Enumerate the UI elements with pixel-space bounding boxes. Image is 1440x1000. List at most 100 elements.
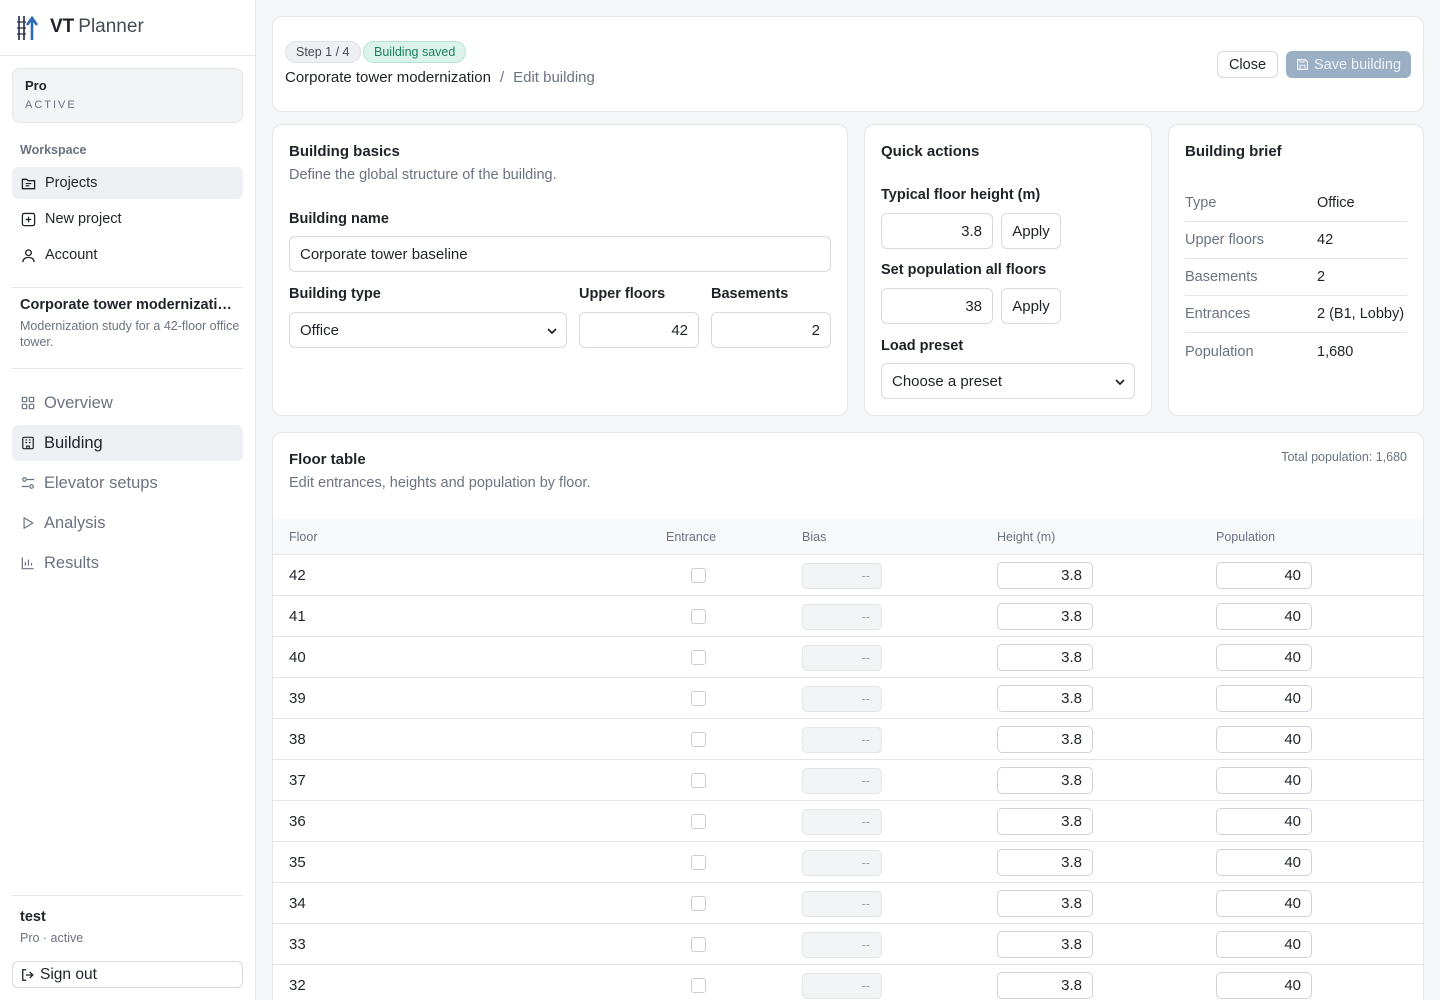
nav-elevator-setups-label: Elevator setups bbox=[44, 474, 158, 493]
height-input[interactable]: 3.8 bbox=[997, 726, 1093, 753]
population-input[interactable]: 40 bbox=[1216, 685, 1312, 712]
table-row: 42--3.840 bbox=[273, 555, 1423, 596]
brief-row: Upper floors42 bbox=[1185, 222, 1407, 259]
brief-key: Upper floors bbox=[1185, 232, 1317, 248]
entrance-checkbox[interactable] bbox=[691, 650, 706, 665]
nav-building[interactable]: Building bbox=[12, 425, 243, 461]
nav-results[interactable]: Results bbox=[12, 545, 243, 581]
preset-select[interactable]: Choose a preset bbox=[881, 363, 1135, 399]
building-name-input[interactable] bbox=[289, 236, 831, 272]
entrance-checkbox[interactable] bbox=[691, 978, 706, 993]
building-brief-card: Building brief TypeOffice Upper floors42… bbox=[1168, 124, 1424, 416]
population-all-input[interactable] bbox=[881, 288, 993, 324]
nav-projects[interactable]: Projects bbox=[12, 167, 243, 199]
building-name-label: Building name bbox=[289, 211, 389, 227]
building-basics-title: Building basics bbox=[289, 143, 400, 160]
height-input[interactable]: 3.8 bbox=[997, 931, 1093, 958]
height-input[interactable]: 3.8 bbox=[997, 972, 1093, 999]
col-height: Height (m) bbox=[997, 530, 1055, 544]
entrance-checkbox[interactable] bbox=[691, 568, 706, 583]
floor-number: 35 bbox=[289, 854, 306, 871]
apply-height-button[interactable]: Apply bbox=[1001, 213, 1061, 249]
floor-height-input[interactable] bbox=[881, 213, 993, 249]
apply-population-button[interactable]: Apply bbox=[1001, 288, 1061, 324]
height-input[interactable]: 3.8 bbox=[997, 767, 1093, 794]
entrance-checkbox[interactable] bbox=[691, 855, 706, 870]
building-type-label: Building type bbox=[289, 286, 381, 302]
bias-field: -- bbox=[802, 563, 882, 589]
brief-row: Basements2 bbox=[1185, 259, 1407, 296]
population-input[interactable]: 40 bbox=[1216, 890, 1312, 917]
population-input[interactable]: 40 bbox=[1216, 726, 1312, 753]
col-population: Population bbox=[1216, 530, 1275, 544]
floor-number: 34 bbox=[289, 895, 306, 912]
brand-vt: VT bbox=[50, 16, 74, 38]
population-input[interactable]: 40 bbox=[1216, 931, 1312, 958]
height-input[interactable]: 3.8 bbox=[997, 644, 1093, 671]
table-row: 37--3.840 bbox=[273, 760, 1423, 801]
population-input[interactable]: 40 bbox=[1216, 808, 1312, 835]
bias-field: -- bbox=[802, 809, 882, 835]
floor-number: 36 bbox=[289, 813, 306, 830]
save-building-label: Save building bbox=[1314, 57, 1401, 73]
breadcrumb: Corporate tower modernization / Edit bui… bbox=[285, 69, 595, 86]
height-input[interactable]: 3.8 bbox=[997, 685, 1093, 712]
entrance-checkbox[interactable] bbox=[691, 609, 706, 624]
brand[interactable]: VT Planner bbox=[16, 12, 144, 42]
quick-actions-title: Quick actions bbox=[881, 143, 979, 160]
nav-account[interactable]: Account bbox=[12, 239, 243, 271]
close-button[interactable]: Close bbox=[1217, 51, 1278, 78]
entrance-checkbox[interactable] bbox=[691, 814, 706, 829]
breadcrumb-separator: / bbox=[500, 69, 504, 86]
population-input[interactable]: 40 bbox=[1216, 972, 1312, 999]
floor-height-label: Typical floor height (m) bbox=[881, 187, 1040, 203]
entrance-checkbox[interactable] bbox=[691, 937, 706, 952]
building-basics-subtitle: Define the global structure of the build… bbox=[289, 167, 557, 183]
project-title: Corporate tower modernizati… bbox=[20, 297, 240, 313]
sign-out-icon bbox=[21, 968, 35, 982]
user-status: Pro · active bbox=[20, 931, 83, 945]
building-type-select[interactable]: Office bbox=[289, 312, 567, 348]
table-row: 32--3.840 bbox=[273, 965, 1423, 1000]
entrance-checkbox[interactable] bbox=[691, 691, 706, 706]
brief-value: 1,680 bbox=[1317, 344, 1353, 360]
table-row: 39--3.840 bbox=[273, 678, 1423, 719]
brief-key: Population bbox=[1185, 344, 1317, 360]
brief-key: Type bbox=[1185, 195, 1317, 211]
upper-floors-input[interactable] bbox=[579, 312, 699, 348]
breadcrumb-project[interactable]: Corporate tower modernization bbox=[285, 69, 491, 86]
sign-out-button[interactable]: Sign out bbox=[12, 961, 243, 988]
population-input[interactable]: 40 bbox=[1216, 603, 1312, 630]
height-input[interactable]: 3.8 bbox=[997, 849, 1093, 876]
height-input[interactable]: 3.8 bbox=[997, 808, 1093, 835]
height-input[interactable]: 3.8 bbox=[997, 562, 1093, 589]
nav-overview[interactable]: Overview bbox=[12, 385, 243, 421]
load-preset-label: Load preset bbox=[881, 338, 963, 354]
height-input[interactable]: 3.8 bbox=[997, 890, 1093, 917]
nav-analysis[interactable]: Analysis bbox=[12, 505, 243, 541]
preset-value: Choose a preset bbox=[892, 373, 1002, 390]
plan-card: Pro ACTIVE bbox=[12, 68, 243, 123]
current-project: Corporate tower modernizati… Modernizati… bbox=[20, 297, 240, 350]
height-input[interactable]: 3.8 bbox=[997, 603, 1093, 630]
entrance-checkbox[interactable] bbox=[691, 896, 706, 911]
population-input[interactable]: 40 bbox=[1216, 644, 1312, 671]
user-name: test bbox=[20, 909, 83, 925]
entrance-checkbox[interactable] bbox=[691, 773, 706, 788]
floor-number: 37 bbox=[289, 772, 306, 789]
basements-input[interactable] bbox=[711, 312, 831, 348]
nav-elevator-setups[interactable]: Elevator setups bbox=[12, 465, 243, 501]
user-icon bbox=[21, 248, 36, 263]
nav-new-project-label: New project bbox=[45, 211, 122, 227]
population-input[interactable]: 40 bbox=[1216, 562, 1312, 589]
building-basics-card: Building basics Define the global struct… bbox=[272, 124, 848, 416]
bias-field: -- bbox=[802, 686, 882, 712]
population-input[interactable]: 40 bbox=[1216, 849, 1312, 876]
population-input[interactable]: 40 bbox=[1216, 767, 1312, 794]
nav-new-project[interactable]: New project bbox=[12, 203, 243, 235]
play-icon bbox=[21, 516, 35, 530]
elevator-logo-icon bbox=[16, 12, 44, 42]
save-building-button[interactable]: Save building bbox=[1286, 51, 1411, 78]
entrance-checkbox[interactable] bbox=[691, 732, 706, 747]
nav-analysis-label: Analysis bbox=[44, 514, 105, 533]
